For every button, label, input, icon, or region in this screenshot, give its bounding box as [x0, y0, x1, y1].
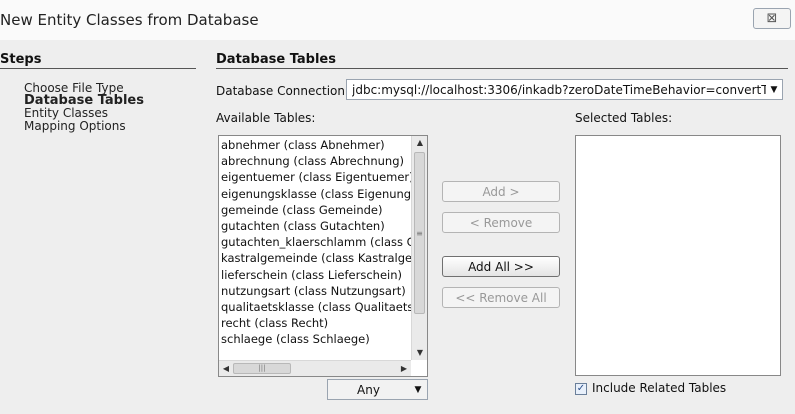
- scroll-down-icon[interactable]: ▼: [412, 346, 427, 360]
- table-filter-value: Any: [357, 382, 380, 397]
- table-filter-select[interactable]: Any ▼: [327, 379, 428, 400]
- connection-label: Database Connection:: [216, 84, 350, 98]
- horizontal-scrollbar[interactable]: ◀ ||| ▶: [219, 360, 411, 376]
- section-divider: [216, 68, 788, 69]
- vertical-scroll-thumb[interactable]: ≡: [414, 152, 425, 314]
- list-item[interactable]: eigenungsklasse (class Eigenungsk: [221, 186, 411, 202]
- list-item[interactable]: gutachten_klaerschlamm (class Gu: [221, 234, 411, 250]
- window-title: New Entity Classes from Database: [0, 11, 259, 29]
- title-bar: New Entity Classes from Database ⊠: [0, 0, 795, 40]
- list-item[interactable]: gemeinde (class Gemeinde): [221, 202, 411, 218]
- list-item[interactable]: gutachten (class Gutachten): [221, 218, 411, 234]
- list-item[interactable]: recht (class Recht): [221, 315, 411, 331]
- connection-select[interactable]: jdbc:mysql://localhost:3306/inkadb?zeroD…: [346, 79, 783, 100]
- close-icon: ⊠: [766, 11, 778, 26]
- list-item[interactable]: nutzungsart (class Nutzungsart): [221, 283, 411, 299]
- close-button[interactable]: ⊠: [753, 8, 791, 29]
- horizontal-scroll-thumb[interactable]: |||: [233, 363, 291, 374]
- steps-list: Choose File Type Database Tables Entity …: [24, 82, 144, 132]
- steps-title: Steps: [0, 52, 42, 67]
- remove-all-button[interactable]: << Remove All: [442, 287, 560, 308]
- available-tables-list[interactable]: abnehmer (class Abnehmer) abrechnung (cl…: [218, 135, 428, 377]
- list-item[interactable]: lieferschein (class Lieferschein): [221, 267, 411, 283]
- include-related-label[interactable]: Include Related Tables: [592, 381, 726, 395]
- list-item[interactable]: kastralgemeinde (class Kastralgem: [221, 250, 411, 266]
- scroll-left-icon[interactable]: ◀: [219, 361, 233, 376]
- scroll-right-icon[interactable]: ▶: [397, 361, 411, 376]
- list-item[interactable]: abnehmer (class Abnehmer): [221, 137, 411, 153]
- vertical-scrollbar[interactable]: ▲ ≡ ▼: [411, 136, 427, 360]
- list-item[interactable]: schlaege (class Schlaege): [221, 331, 411, 347]
- scroll-up-icon[interactable]: ▲: [412, 136, 427, 150]
- list-item[interactable]: qualitaetsklasse (class Qualitaetskl: [221, 299, 411, 315]
- list-item[interactable]: abrechnung (class Abrechnung): [221, 153, 411, 169]
- connection-value: jdbc:mysql://localhost:3306/inkadb?zeroD…: [352, 82, 766, 97]
- chevron-down-icon: ▼: [414, 384, 422, 395]
- remove-button[interactable]: < Remove: [442, 212, 560, 233]
- step-mapping-options: Mapping Options: [24, 118, 126, 133]
- add-button[interactable]: Add >: [442, 181, 560, 202]
- add-all-button[interactable]: Add All >>: [442, 256, 560, 277]
- chevron-down-icon: ▼: [770, 84, 778, 95]
- steps-divider: [0, 68, 196, 69]
- available-tables-label: Available Tables:: [216, 111, 316, 125]
- step-entity-classes: Entity Classes: [24, 106, 109, 120]
- list-item[interactable]: eigentuemer (class Eigentuemer): [221, 169, 411, 185]
- selected-tables-label: Selected Tables:: [575, 111, 673, 125]
- section-title: Database Tables: [216, 52, 336, 67]
- include-related-checkbox[interactable]: ✓: [575, 383, 587, 395]
- selected-tables-list[interactable]: [575, 135, 781, 376]
